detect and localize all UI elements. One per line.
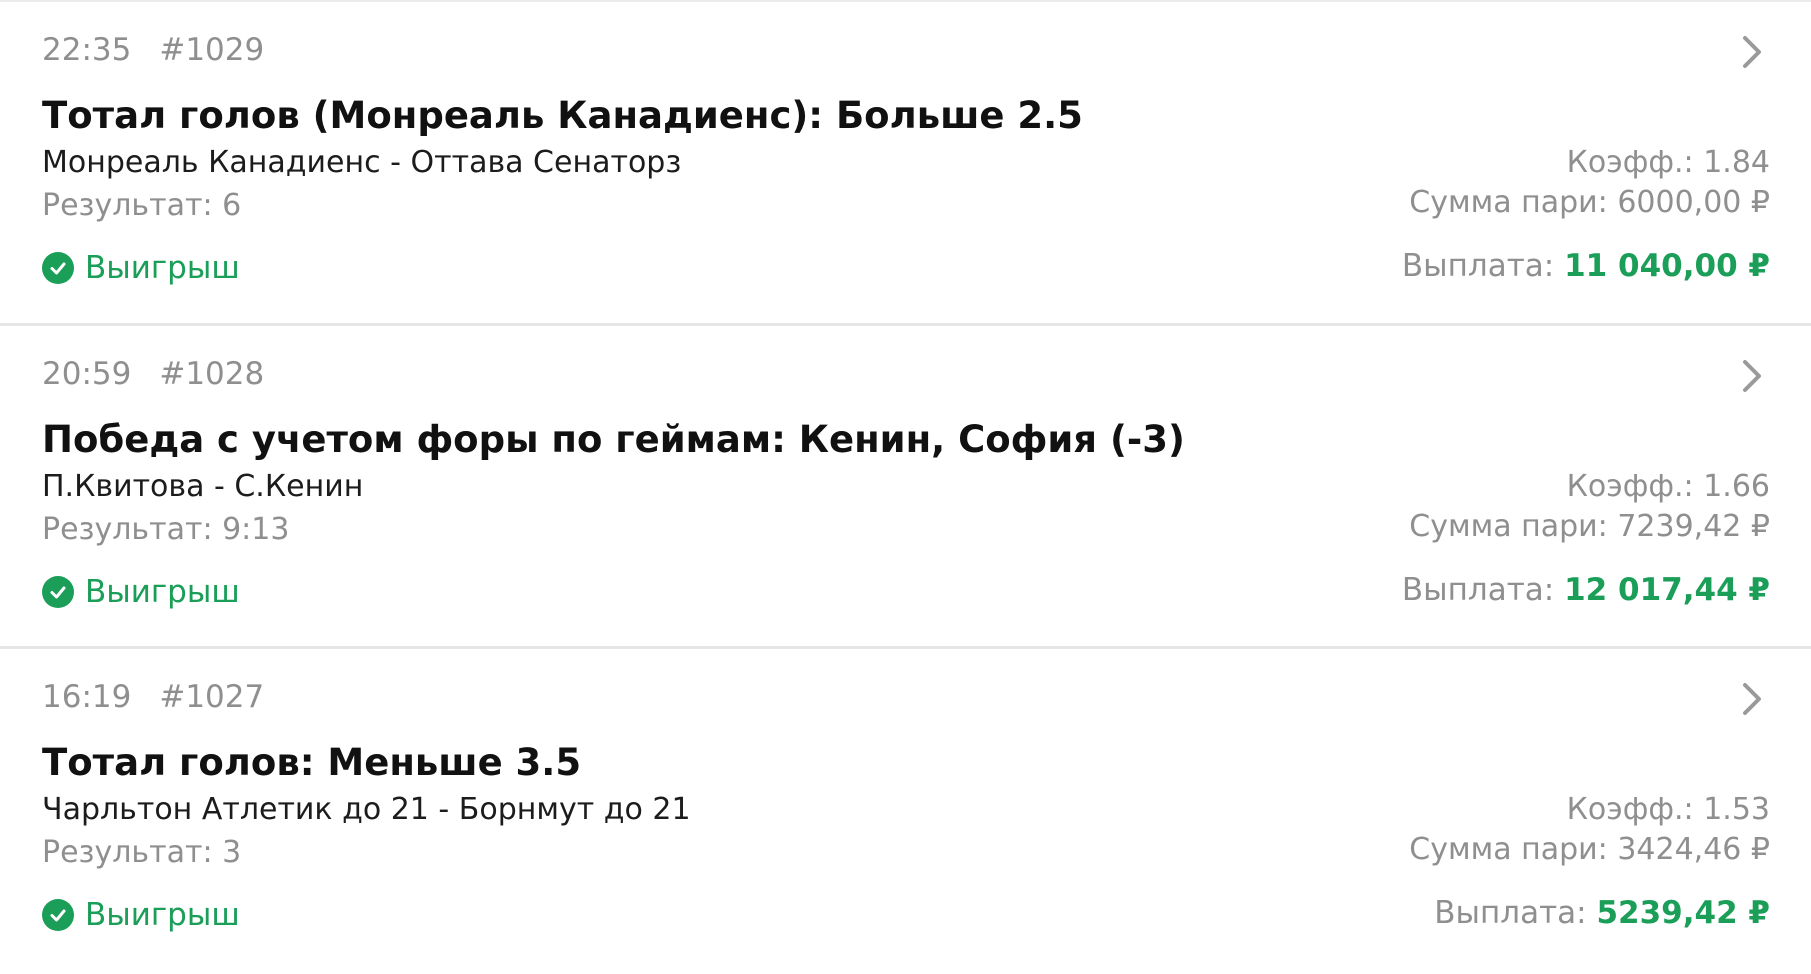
payout-amount: 11 040,00 ₽ (1564, 248, 1770, 284)
bet-title: Тотал голов: Меньше 3.5 (42, 741, 582, 784)
bet-time: 22:35 (42, 32, 132, 68)
check-circle-icon (42, 576, 74, 608)
check-circle-icon (42, 252, 74, 284)
bet-payout: Выплата: 12 017,44 ₽ (1402, 572, 1770, 608)
bet-match: Монреаль Канадиенс - Оттава Сенаторз (42, 145, 682, 180)
bet-coefficient: Коэфф.: 1.84 (1566, 145, 1770, 180)
bet-card[interactable]: 20:59 #1028 Победа с учетом форы по гейма… (0, 323, 1811, 646)
bet-coefficient: Коэфф.: 1.53 (1566, 792, 1770, 827)
payout-amount: 12 017,44 ₽ (1564, 572, 1770, 608)
bet-number: #1028 (159, 356, 265, 392)
bet-time: 16:19 (42, 679, 132, 715)
chevron-right-icon[interactable] (1739, 34, 1767, 70)
payout-label: Выплата: (1401, 248, 1565, 284)
bet-coefficient: Коэфф.: 1.66 (1566, 469, 1770, 504)
bet-result: Результат: 6 (42, 188, 242, 223)
status-label: Выигрыш (85, 574, 240, 610)
chevron-right-icon[interactable] (1739, 358, 1767, 394)
bet-meta: 22:35 #1029 (42, 32, 264, 68)
check-circle-icon (42, 899, 74, 931)
bet-meta: 16:19 #1027 (42, 679, 264, 715)
bet-number: #1029 (159, 32, 265, 68)
bet-meta: 20:59 #1028 (42, 356, 264, 392)
bet-status: Выигрыш (42, 572, 240, 612)
bet-stake: Сумма пари: 6000,00 ₽ (1409, 185, 1770, 220)
payout-amount: 5239,42 ₽ (1596, 895, 1770, 931)
bet-number: #1027 (159, 679, 265, 715)
bet-history-list: 22:35 #1029 Тотал голов (Монреаль Канадие… (0, 0, 1811, 969)
bet-result: Результат: 3 (42, 835, 242, 870)
bet-stake: Сумма пари: 7239,42 ₽ (1409, 509, 1770, 544)
payout-label: Выплата: (1434, 895, 1597, 931)
bet-result: Результат: 9:13 (42, 512, 290, 547)
bet-time: 20:59 (42, 356, 132, 392)
bet-payout: Выплата: 5239,42 ₽ (1434, 895, 1770, 931)
bet-status: Выигрыш (42, 248, 240, 288)
bet-card[interactable]: 16:19 #1027 Тотал голов: Меньше 3.5 Чарль… (0, 646, 1811, 969)
status-label: Выигрыш (85, 250, 240, 286)
bet-title: Победа с учетом форы по геймам: Кенин, С… (42, 418, 1185, 461)
bet-stake: Сумма пари: 3424,46 ₽ (1409, 832, 1770, 867)
chevron-right-icon[interactable] (1739, 681, 1767, 717)
bet-status: Выигрыш (42, 895, 240, 935)
bet-card[interactable]: 22:35 #1029 Тотал голов (Монреаль Канадие… (0, 0, 1811, 323)
status-label: Выигрыш (85, 897, 240, 933)
bet-match: П.Квитова - С.Кенин (42, 469, 364, 504)
bet-match: Чарльтон Атлетик до 21 - Борнмут до 21 (42, 792, 691, 827)
bet-payout: Выплата: 11 040,00 ₽ (1402, 248, 1770, 284)
bet-title: Тотал голов (Монреаль Канадиенс): Больше… (42, 94, 1083, 137)
payout-label: Выплата: (1401, 572, 1565, 608)
